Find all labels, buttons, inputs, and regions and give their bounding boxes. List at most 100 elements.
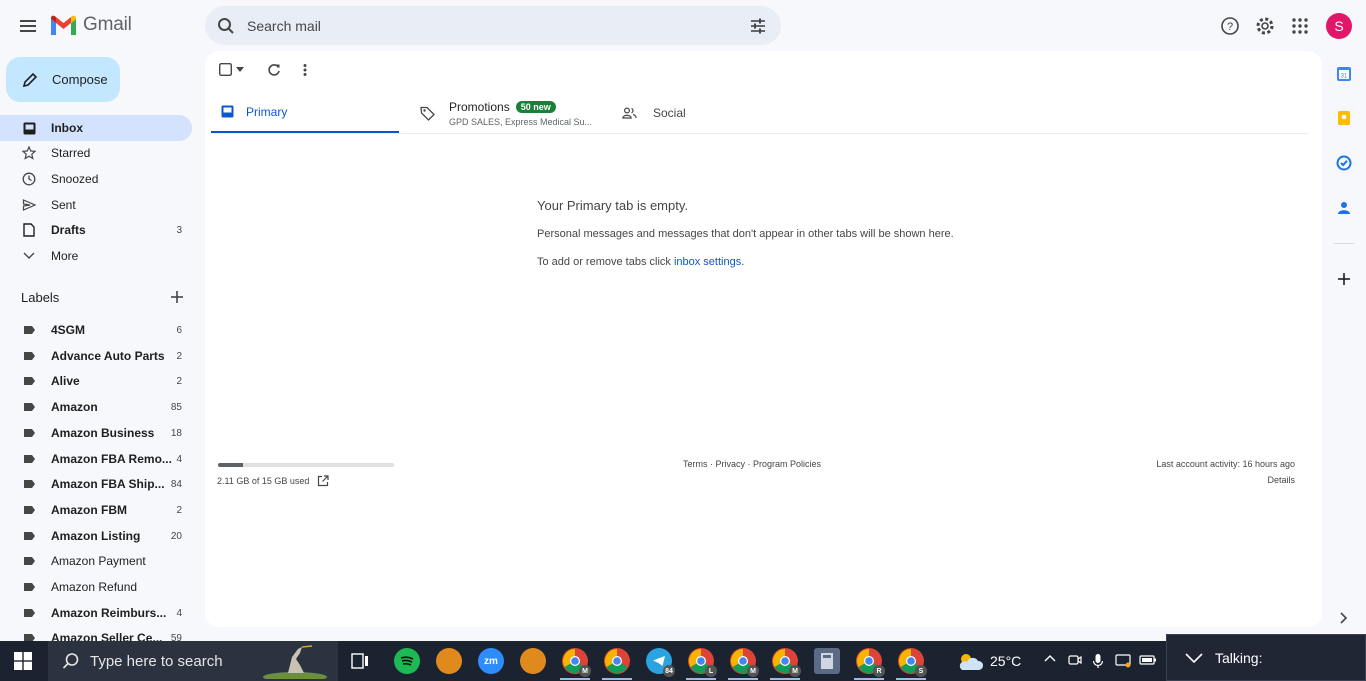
chrome-icon[interactable]: M xyxy=(730,648,759,677)
sidebar-item-inbox[interactable]: Inbox xyxy=(0,115,192,141)
label-tag-icon xyxy=(22,606,36,620)
sidebar-item-label: Sent xyxy=(51,198,76,212)
telegram-icon[interactable]: 84 xyxy=(646,648,675,677)
more-vert-icon[interactable] xyxy=(302,63,308,77)
program-policies-link[interactable]: Program Policies xyxy=(753,459,821,469)
camera-icon[interactable] xyxy=(1068,653,1082,667)
calculator-icon[interactable] xyxy=(814,648,840,674)
label-item[interactable]: Alive 2 xyxy=(0,368,192,394)
label-item[interactable]: Amazon Listing 20 xyxy=(0,523,192,549)
account-avatar[interactable]: S xyxy=(1326,13,1352,39)
microphone-icon[interactable] xyxy=(1092,653,1104,669)
talking-notification[interactable]: Talking: xyxy=(1166,634,1366,681)
weather-cloud-icon[interactable] xyxy=(956,650,984,672)
search-bar[interactable]: Search mail xyxy=(205,6,781,45)
chevron-down-icon[interactable] xyxy=(1185,652,1203,663)
empty-state-text: Personal messages and messages that don'… xyxy=(537,228,954,240)
settings-suffix: . xyxy=(741,256,745,268)
app-icon[interactable] xyxy=(520,648,546,674)
sidebar-item-more[interactable]: More xyxy=(0,243,192,269)
task-view-icon[interactable] xyxy=(347,648,373,674)
label-item[interactable]: Amazon FBA Ship... 84 xyxy=(0,471,192,497)
show-hidden-icons-chevron-up-icon[interactable] xyxy=(1044,654,1056,662)
tab-social[interactable]: Social xyxy=(622,92,812,134)
select-all-checkbox[interactable] xyxy=(219,63,244,76)
unread-count: 6 xyxy=(176,324,182,336)
chrome-icon[interactable]: M xyxy=(562,648,591,677)
app-badge: L xyxy=(705,665,717,677)
label-item[interactable]: Amazon Refund xyxy=(0,574,192,600)
calendar-icon[interactable]: 31 xyxy=(1334,64,1354,84)
tab-primary[interactable]: Primary xyxy=(211,92,399,134)
search-icon xyxy=(62,652,80,670)
open-in-new-icon[interactable] xyxy=(317,475,329,487)
tab-divider xyxy=(211,133,1308,134)
help-icon[interactable]: ? xyxy=(1218,14,1242,38)
label-tag-icon xyxy=(22,400,36,414)
clock-icon xyxy=(22,172,36,186)
battery-icon[interactable] xyxy=(1139,654,1157,666)
settings-gear-icon[interactable] xyxy=(1253,14,1277,38)
sidebar-item-label: Starred xyxy=(51,146,91,160)
empty-state-title: Your Primary tab is empty. xyxy=(537,198,688,213)
running-app-indicator xyxy=(602,678,632,680)
tasks-icon[interactable] xyxy=(1334,153,1354,173)
footer-separator: · xyxy=(707,459,716,469)
gmail-logo[interactable]: Gmail xyxy=(50,14,132,36)
label-item[interactable]: Amazon FBA Remo... 4 xyxy=(0,446,192,472)
label-name: Advance Auto Parts xyxy=(51,349,165,363)
network-icon[interactable] xyxy=(1115,653,1131,668)
label-name: Amazon Listing xyxy=(51,529,141,543)
search-icon[interactable] xyxy=(217,17,235,35)
label-tag-icon xyxy=(22,580,36,594)
add-addon-icon[interactable] xyxy=(1334,269,1354,289)
search-options-icon[interactable] xyxy=(749,17,767,35)
taskbar-search[interactable]: Type here to search xyxy=(48,641,338,681)
terms-link[interactable]: Terms xyxy=(683,459,708,469)
talking-label: Talking: xyxy=(1215,649,1263,666)
details-link[interactable]: Details xyxy=(1156,475,1295,485)
label-item[interactable]: Amazon Reimburs... 4 xyxy=(0,600,192,626)
windows-start-icon[interactable] xyxy=(14,652,32,670)
label-item[interactable]: Advance Auto Parts 2 xyxy=(0,343,192,369)
label-tag-icon xyxy=(22,323,36,337)
spotify-icon[interactable] xyxy=(394,648,420,674)
tab-promotions[interactable]: Promotions 50 new GPD SALES, Express Med… xyxy=(420,92,610,134)
app-icon[interactable] xyxy=(436,648,462,674)
search-input[interactable]: Search mail xyxy=(247,18,749,34)
chevron-right-icon[interactable] xyxy=(1334,608,1354,628)
chrome-icon[interactable]: L xyxy=(688,648,717,677)
compose-button[interactable]: Compose xyxy=(6,57,120,102)
label-item[interactable]: Amazon Business 18 xyxy=(0,420,192,446)
zoom-icon[interactable]: zm xyxy=(478,648,504,674)
weather-temperature[interactable]: 25°C xyxy=(990,653,1021,669)
sidebar-item-sent[interactable]: Sent xyxy=(0,192,192,218)
label-item[interactable]: 4SGM 6 xyxy=(0,317,192,343)
refresh-icon[interactable] xyxy=(267,63,281,77)
caret-down-icon[interactable] xyxy=(236,67,244,72)
apps-grid-icon[interactable] xyxy=(1288,14,1312,38)
add-label-icon[interactable] xyxy=(170,290,184,304)
sidebar-item-snoozed[interactable]: Snoozed xyxy=(0,166,192,192)
footer-separator: · xyxy=(745,459,754,469)
main-menu-icon[interactable] xyxy=(18,16,38,36)
chrome-icon[interactable] xyxy=(604,648,630,674)
sidebar-item-starred[interactable]: Starred xyxy=(0,140,192,166)
label-item[interactable]: Amazon FBM 2 xyxy=(0,497,192,523)
label-tag-icon xyxy=(22,477,36,491)
chrome-icon[interactable]: M xyxy=(772,648,801,677)
chrome-icon[interactable]: R xyxy=(856,648,885,677)
inbox-icon xyxy=(22,121,36,135)
label-item[interactable]: Amazon 85 xyxy=(0,394,192,420)
label-item[interactable]: Amazon Payment xyxy=(0,548,192,574)
chrome-icon[interactable]: S xyxy=(898,648,927,677)
keep-icon[interactable] xyxy=(1334,108,1354,128)
taskbar-search-input[interactable]: Type here to search xyxy=(90,653,223,670)
label-tag-icon xyxy=(22,374,36,388)
inbox-settings-link[interactable]: inbox settings xyxy=(674,256,741,268)
privacy-link[interactable]: Privacy xyxy=(716,459,746,469)
unread-count: 2 xyxy=(176,375,182,387)
sidebar-item-drafts[interactable]: Drafts 3 xyxy=(0,217,192,243)
label-name: Alive xyxy=(51,374,80,388)
contacts-icon[interactable] xyxy=(1334,198,1354,218)
